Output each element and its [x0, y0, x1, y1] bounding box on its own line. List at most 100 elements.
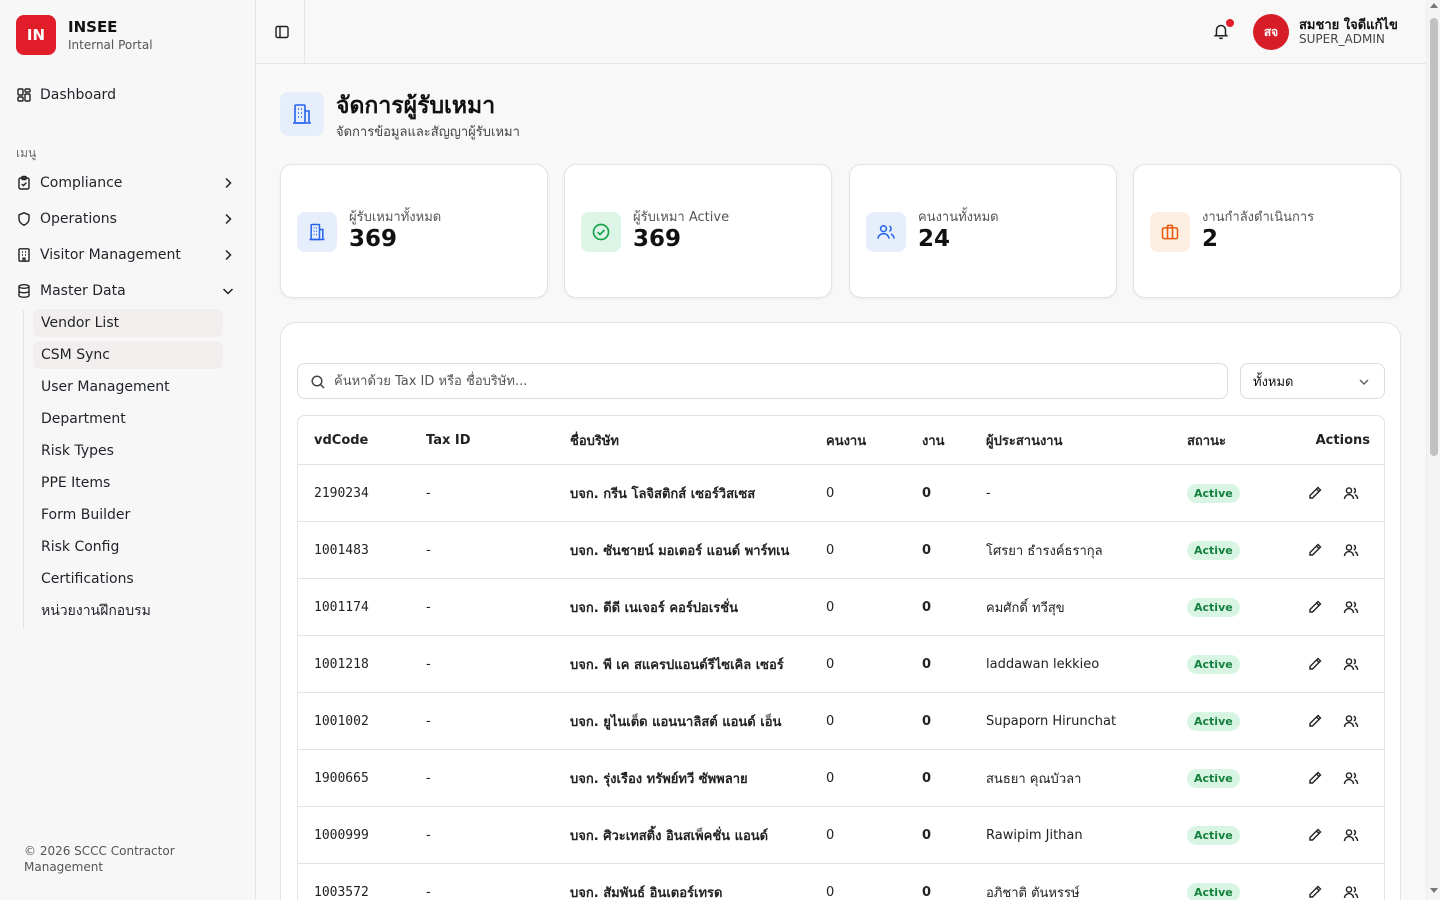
sidebar-item-visitor-management[interactable]: Visitor Management — [8, 239, 248, 271]
scroll-up-arrow[interactable] — [1430, 3, 1438, 8]
footer-copyright: © 2026 SCCC Contractor Management — [24, 844, 175, 874]
status-filter-select[interactable]: ทั้งหมด — [1240, 363, 1385, 399]
cell-tax-id: - — [426, 599, 431, 615]
manage-workers-button[interactable] — [1342, 484, 1360, 502]
cell-jobs: 0 — [922, 542, 932, 558]
manage-workers-button[interactable] — [1342, 769, 1360, 787]
edit-button[interactable] — [1306, 541, 1324, 559]
users-icon — [1343, 544, 1359, 557]
cell-jobs: 0 — [922, 827, 932, 843]
status-badge: Active — [1187, 711, 1240, 731]
brand[interactable]: IN INSEE Internal Portal — [16, 15, 153, 55]
cell-tax-id: - — [426, 656, 431, 672]
table-row[interactable]: 2190234 - บจก. กรีน โลจิสติกส์ เซอร์วิสเซส… — [298, 465, 1384, 522]
cell-workers: 0 — [826, 542, 835, 558]
sidebar-toggle-button[interactable] — [270, 20, 294, 44]
edit-button[interactable] — [1306, 712, 1324, 730]
column-header-vdcode[interactable]: vdCode — [314, 416, 368, 464]
cell-vdcode: 1001218 — [314, 656, 369, 672]
edit-button[interactable] — [1306, 598, 1324, 616]
avatar[interactable]: สจ — [1253, 14, 1289, 50]
sidebar-subitem-user-management[interactable]: User Management — [33, 373, 223, 401]
check-circle-icon — [581, 212, 621, 252]
sidebar-subitem-certifications[interactable]: Certifications — [33, 565, 223, 593]
table-row[interactable]: 1003572 - บจก. สัมพันธ์ อินเตอร์เทรด 0 0 อภิช… — [298, 864, 1384, 900]
sidebar-item-label: Visitor Management — [40, 247, 181, 263]
column-header-tax-id[interactable]: Tax ID — [426, 416, 471, 464]
column-header-company[interactable]: ชื่อบริษัท — [570, 416, 619, 464]
column-header-status[interactable]: สถานะ — [1187, 416, 1226, 464]
sidebar-item-label: Dashboard — [40, 87, 116, 103]
manage-workers-button[interactable] — [1342, 598, 1360, 616]
sidebar-item-dashboard[interactable]: Dashboard — [8, 79, 248, 111]
sidebar-subitem-risk-types[interactable]: Risk Types — [33, 437, 223, 465]
brand-subtitle: Internal Portal — [68, 37, 153, 52]
cell-company: บจก. กรีน โลจิสติกส์ เซอร์วิสเซส — [570, 486, 756, 502]
page-title: จัดการผู้รับเหมา — [336, 93, 496, 119]
table-row[interactable]: 1001483 - บจก. ซันชายน์ มอเตอร์ แอนด์ พาร์… — [298, 522, 1384, 579]
column-header-jobs[interactable]: งาน — [922, 416, 945, 464]
manage-workers-button[interactable] — [1342, 541, 1360, 559]
cell-status: Active — [1187, 522, 1240, 578]
cell-workers: 0 — [826, 656, 835, 672]
table-row[interactable]: 1001002 - บจก. ยูไนเต็ด แอนนาลิสต์ แอนด์ เ… — [298, 693, 1384, 750]
filter-selected-value: ทั้งหมด — [1253, 374, 1294, 390]
sidebar-subitem-vendor-list[interactable]: Vendor List — [33, 309, 223, 337]
sidebar-item-operations[interactable]: Operations — [8, 203, 248, 235]
search-box[interactable] — [297, 363, 1228, 399]
cell-coordinator: Supaporn Hirunchat — [986, 713, 1117, 729]
manage-workers-button[interactable] — [1342, 655, 1360, 673]
sidebar-subitem-ppe-items[interactable]: PPE Items — [33, 469, 223, 497]
status-badge: Active — [1187, 825, 1240, 845]
cell-jobs: 0 — [922, 884, 932, 900]
database-icon — [16, 283, 32, 299]
stat-value: 24 — [918, 226, 951, 252]
cell-workers: 0 — [826, 713, 835, 729]
submenu-guide-line — [23, 310, 24, 628]
cell-company: บจก. ซันชายน์ มอเตอร์ แอนด์ พาร์ทเน — [570, 543, 790, 559]
cell-jobs: 0 — [922, 485, 932, 501]
manage-workers-button[interactable] — [1342, 712, 1360, 730]
cell-status: Active — [1187, 750, 1240, 806]
sidebar-item-compliance[interactable]: Compliance — [8, 167, 248, 199]
cell-status: Active — [1187, 636, 1240, 692]
sidebar-subitem-form-builder[interactable]: Form Builder — [33, 501, 223, 529]
users-icon — [1343, 715, 1359, 728]
table-row[interactable]: 1900665 - บจก. รุ่งเรือง ทรัพย์ทวี ซัพพลาย… — [298, 750, 1384, 807]
table-row[interactable]: 1001218 - บจก. พี เค สแครปแอนด์รีไซเคิล เซ… — [298, 636, 1384, 693]
scrollbar-thumb[interactable] — [1430, 18, 1438, 456]
edit-button[interactable] — [1306, 826, 1324, 844]
pencil-icon — [1309, 657, 1322, 670]
sidebar-subitem-risk-config[interactable]: Risk Config — [33, 533, 223, 561]
sidebar-subitem-training-units[interactable]: หน่วยงานฝึกอบรม — [33, 597, 223, 625]
table-row[interactable]: 1000999 - บจก. ศิวะเทสติ้ง อินสเพ็คชั่น แอ… — [298, 807, 1384, 864]
sidebar-item-master-data[interactable]: Master Data — [8, 275, 248, 307]
edit-button[interactable] — [1306, 883, 1324, 900]
sidebar-subitem-department[interactable]: Department — [33, 405, 223, 433]
cell-workers: 0 — [826, 770, 835, 786]
building-icon — [293, 104, 311, 124]
edit-button[interactable] — [1306, 769, 1324, 787]
page-scrollbar[interactable] — [1426, 0, 1440, 900]
layout-grid-icon — [16, 87, 32, 103]
status-badge: Active — [1187, 540, 1240, 560]
scroll-down-arrow[interactable] — [1430, 888, 1438, 893]
pencil-icon — [1309, 771, 1322, 784]
column-header-workers[interactable]: คนงาน — [826, 416, 866, 464]
sidebar-subitem-csm-sync[interactable]: CSM Sync — [33, 341, 223, 369]
cell-tax-id: - — [426, 713, 431, 729]
manage-workers-button[interactable] — [1342, 883, 1360, 900]
search-input[interactable] — [334, 364, 1214, 398]
column-header-coordinator[interactable]: ผู้ประสานงาน — [986, 416, 1063, 464]
table-row[interactable]: 1001174 - บจก. ดีดี เนเจอร์ คอร์ปอเรชั่น 0 0… — [298, 579, 1384, 636]
topbar: สจ สมชาย ใจดีแก้ไข SUPER_ADMIN — [256, 0, 1426, 64]
sidebar-item-label: Master Data — [40, 283, 126, 299]
cell-coordinator: laddawan lekkieo — [986, 656, 1100, 672]
stat-label: ผู้รับเหมาทั้งหมด — [349, 210, 442, 225]
stat-value: 2 — [1202, 226, 1219, 252]
edit-button[interactable] — [1306, 484, 1324, 502]
manage-workers-button[interactable] — [1342, 826, 1360, 844]
edit-button[interactable] — [1306, 655, 1324, 673]
notification-dot — [1226, 19, 1234, 27]
briefcase-icon — [1150, 212, 1190, 252]
